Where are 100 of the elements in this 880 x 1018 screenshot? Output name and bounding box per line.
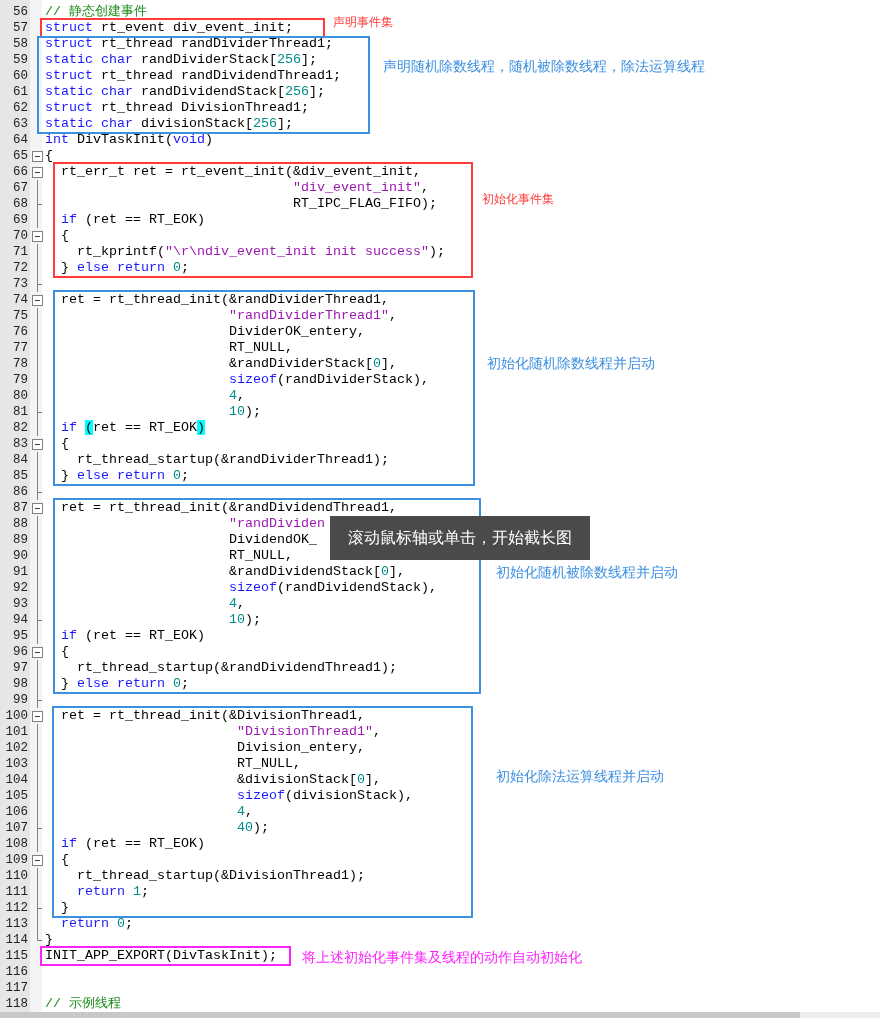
code-line: static char divisionStack[256];	[45, 116, 293, 132]
line-number: 100	[5, 709, 28, 723]
line-number: 96	[13, 645, 28, 659]
code-line: sizeof(divisionStack),	[235, 788, 413, 804]
collapse-icon[interactable]	[32, 151, 43, 162]
code-line: rt_thread_startup(&randDividendThread1);	[76, 660, 397, 676]
code-line: {	[60, 852, 69, 868]
code-line: {	[45, 148, 53, 164]
code-line: if (ret == RT_EOK)	[60, 628, 205, 644]
collapse-icon[interactable]	[32, 711, 43, 722]
code-line: struct rt_event div_event_init;	[45, 20, 293, 36]
line-number: 99	[13, 693, 28, 707]
code-line: }	[60, 900, 69, 916]
line-number: 118	[5, 997, 28, 1011]
line-number: 116	[5, 965, 28, 979]
code-line: "randDividerThread1",	[227, 308, 397, 324]
code-line: static char randDividendStack[256];	[45, 84, 325, 100]
line-number: 98	[13, 677, 28, 691]
line-number: 93	[13, 597, 28, 611]
code-line: 10);	[227, 612, 261, 628]
line-number: 110	[5, 869, 28, 883]
code-line: INIT_APP_EXPORT(DivTaskInit);	[45, 948, 277, 964]
code-line: RT_IPC_FLAG_FIFO);	[291, 196, 437, 212]
code-line: ret = rt_thread_init(&randDividerThread1,	[60, 292, 389, 308]
code-line: int DivTaskInit(void)	[45, 132, 213, 148]
line-number: 94	[13, 613, 28, 627]
code-line: ret = rt_thread_init(&DivisionThread1,	[60, 708, 365, 724]
code-line: RT_NULL,	[235, 756, 301, 772]
line-number: 102	[5, 741, 28, 755]
collapse-icon[interactable]	[32, 439, 43, 450]
code-line: rt_err_t ret = rt_event_init(&div_event_init,	[60, 164, 421, 180]
line-number: 112	[5, 901, 28, 915]
line-number: 92	[13, 581, 28, 595]
line-number: 77	[13, 341, 28, 355]
horizontal-scrollbar[interactable]	[0, 1012, 800, 1018]
code-line: ret = rt_thread_init(&randDividendThread1,	[60, 500, 397, 516]
line-number: 106	[5, 805, 28, 819]
code-line: 40);	[235, 820, 269, 836]
line-number: 103	[5, 757, 28, 771]
line-number: 115	[5, 949, 28, 963]
line-number: 76	[13, 325, 28, 339]
line-number: 68	[13, 197, 28, 211]
line-number: 66	[13, 165, 28, 179]
line-number: 74	[13, 293, 28, 307]
code-line: rt_kprintf("\r\ndiv_event_init init success");	[76, 244, 445, 260]
line-number: 71	[13, 245, 28, 259]
collapse-icon[interactable]	[32, 503, 43, 514]
annotation-label: 将上述初始化事件集及线程的动作自动初始化	[302, 948, 582, 966]
collapse-icon[interactable]	[32, 855, 43, 866]
line-number: 82	[13, 421, 28, 435]
line-number: 75	[13, 309, 28, 323]
line-number: 81	[13, 405, 28, 419]
code-line: static char randDividerStack[256];	[45, 52, 317, 68]
annotation-label: 初始化事件集	[482, 191, 554, 208]
collapse-icon[interactable]	[32, 647, 43, 658]
line-number: 69	[13, 213, 28, 227]
code-line: 4,	[227, 596, 245, 612]
line-number: 63	[13, 117, 28, 131]
line-number: 73	[13, 277, 28, 291]
collapse-icon[interactable]	[32, 231, 43, 242]
line-number: 70	[13, 229, 28, 243]
code-line: DividendOK_	[227, 532, 317, 548]
line-number: 97	[13, 661, 28, 675]
code-line: &randDividendStack[0],	[227, 564, 405, 580]
code-line: } else return 0;	[60, 468, 189, 484]
annotation-label: 声明事件集	[333, 14, 393, 31]
line-number: 84	[13, 453, 28, 467]
line-number: 57	[13, 21, 28, 35]
code-line: return 1;	[76, 884, 149, 900]
line-number: 79	[13, 373, 28, 387]
code-line: {	[60, 436, 69, 452]
line-number: 64	[13, 133, 28, 147]
code-line: &randDividerStack[0],	[227, 356, 397, 372]
code-line: if (ret == RT_EOK)	[60, 212, 205, 228]
code-line: RT_NULL,	[227, 340, 293, 356]
annotation-label: 声明随机除数线程，随机被除数线程，除法运算线程	[383, 57, 705, 75]
line-number: 113	[5, 917, 28, 931]
line-number: 104	[5, 773, 28, 787]
line-number: 108	[5, 837, 28, 851]
code-line: rt_thread_startup(&randDividerThread1);	[76, 452, 389, 468]
line-number: 86	[13, 485, 28, 499]
line-number: 91	[13, 565, 28, 579]
code-line: "div_event_init",	[291, 180, 429, 196]
code-line: return 0;	[60, 916, 133, 932]
code-comment: // 示例线程	[45, 996, 121, 1012]
code-comment: // 静态创建事件	[45, 4, 147, 20]
code-line: }	[45, 932, 53, 948]
line-number: 62	[13, 101, 28, 115]
code-line: RT_NULL,	[227, 548, 293, 564]
line-number: 107	[5, 821, 28, 835]
line-number: 88	[13, 517, 28, 531]
line-number: 58	[13, 37, 28, 51]
code-line: {	[60, 644, 69, 660]
line-number: 56	[13, 5, 28, 19]
collapse-icon[interactable]	[32, 295, 43, 306]
line-number: 65	[13, 149, 28, 163]
collapse-icon[interactable]	[32, 167, 43, 178]
line-number: 117	[5, 981, 28, 995]
code-line: 4,	[227, 388, 245, 404]
code-line: {	[60, 228, 69, 244]
